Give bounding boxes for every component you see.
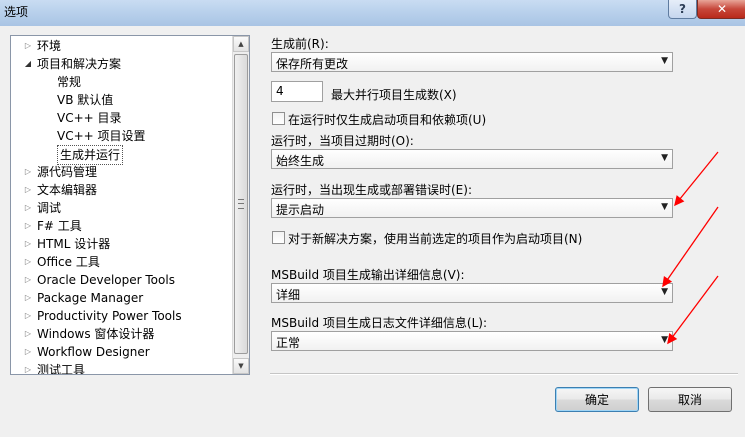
tree-item-environment[interactable]: ▷ 环境	[11, 37, 233, 55]
out-of-date-value: 始终生成	[276, 154, 325, 168]
new-solution-checkbox[interactable]	[272, 231, 285, 244]
before-build-label: 生成前(R):	[271, 37, 329, 51]
tree-item-text-editor[interactable]: ▷ 文本编辑器	[11, 181, 233, 199]
annotation-arrow-line	[674, 151, 719, 206]
output-verbosity-value: 详细	[276, 288, 301, 302]
annotation-arrow-line	[662, 206, 719, 287]
tree-item-label: VC++ 目录	[57, 111, 122, 125]
out-of-date-label: 运行时，当项目过期时(O):	[271, 134, 414, 148]
tree-item-label: Windows 窗体设计器	[37, 327, 155, 341]
tree-item-label: Office 工具	[37, 255, 100, 269]
tree-item-label: VB 默认值	[57, 93, 114, 107]
build-error-label: 运行时，当出现生成或部署错误时(E):	[271, 183, 472, 197]
tree-item-fsharp-tools[interactable]: ▷ F# 工具	[11, 217, 233, 235]
ok-button[interactable]: 确定	[555, 387, 639, 412]
tree-item-package-manager[interactable]: ▷ Package Manager	[11, 289, 233, 307]
tree-item-label: Workflow Designer	[37, 345, 150, 359]
before-build-value: 保存所有更改	[276, 57, 349, 71]
tree-item-label: 文本编辑器	[37, 183, 98, 197]
tree-item-debugging[interactable]: ▷ 调试	[11, 199, 233, 217]
output-verbosity-combo[interactable]: 详细 ▼	[271, 283, 673, 303]
tree-item-general[interactable]: 常规	[11, 73, 233, 91]
tree-item-projects-solutions[interactable]: ◢ 项目和解决方案	[11, 55, 233, 73]
scroll-down-button[interactable]: ▼	[233, 358, 249, 374]
tree-item-test-tools[interactable]: ▷ 测试工具	[11, 361, 233, 375]
max-parallel-input[interactable]: 4	[271, 81, 323, 102]
tree-item-label: Package Manager	[37, 291, 144, 305]
window-title: 选项	[4, 5, 29, 19]
collapsed-arrow-icon[interactable]: ▷	[23, 289, 33, 307]
tree-item-label: HTML 设计器	[37, 237, 111, 251]
dropdown-arrow-icon: ▼	[661, 56, 668, 66]
help-button[interactable]: ?	[668, 0, 697, 19]
annotation-arrowhead-icon	[674, 195, 685, 207]
new-solution-label: 对于新解决方案，使用当前选定的项目作为启动项目(N)	[288, 232, 583, 246]
collapsed-arrow-icon[interactable]: ▷	[23, 307, 33, 325]
tree-item-vc-project-settings[interactable]: VC++ 项目设置	[11, 127, 233, 145]
collapsed-arrow-icon[interactable]: ▷	[23, 181, 33, 199]
only-startup-checkbox[interactable]	[272, 112, 285, 125]
cancel-button[interactable]: 取消	[648, 387, 732, 412]
collapsed-arrow-icon[interactable]: ▷	[23, 325, 33, 343]
build-error-combo[interactable]: 提示启动 ▼	[271, 198, 673, 218]
tree-item-label: VC++ 项目设置	[57, 129, 146, 143]
dropdown-arrow-icon: ▼	[661, 287, 668, 297]
only-startup-label: 在运行时仅生成启动项目和依赖项(U)	[288, 113, 487, 127]
tree-item-label: 调试	[37, 201, 62, 215]
close-button[interactable]: ✕	[697, 0, 745, 19]
tree-item-label: 生成并运行	[57, 145, 124, 165]
tree-item-vb-defaults[interactable]: VB 默认值	[11, 91, 233, 109]
collapsed-arrow-icon[interactable]: ▷	[23, 235, 33, 253]
tree-item-windows-forms-designer[interactable]: ▷ Windows 窗体设计器	[11, 325, 233, 343]
collapsed-arrow-icon[interactable]: ▷	[23, 37, 33, 55]
tree-item-label: 环境	[37, 39, 62, 53]
tree-item-label: 源代码管理	[37, 165, 98, 179]
tree-item-label: Oracle Developer Tools	[37, 273, 175, 287]
tree-item-workflow-designer[interactable]: ▷ Workflow Designer	[11, 343, 233, 361]
output-verbosity-label: MSBuild 项目生成输出详细信息(V):	[271, 268, 465, 282]
tree-item-productivity-power-tools[interactable]: ▷ Productivity Power Tools	[11, 307, 233, 325]
dropdown-arrow-icon: ▼	[661, 335, 668, 345]
expanded-arrow-icon[interactable]: ◢	[23, 55, 33, 73]
tree-scrollbar[interactable]: ▲ ▼	[232, 36, 249, 374]
collapsed-arrow-icon[interactable]: ▷	[23, 253, 33, 271]
options-tree[interactable]: ▷ 环境 ◢ 项目和解决方案常规 VB 默认值 VC++ 目录 VC++ 项目设置生成并运行…	[10, 35, 250, 375]
log-verbosity-value: 正常	[276, 336, 301, 350]
tree-item-vc-directories[interactable]: VC++ 目录	[11, 109, 233, 127]
footer-divider	[270, 373, 738, 375]
max-parallel-label: 最大并行项目生成数(X)	[331, 88, 457, 102]
grip-icon	[238, 199, 244, 209]
title-bar: 选项 ? ✕	[0, 0, 745, 26]
scroll-up-button[interactable]: ▲	[233, 36, 249, 52]
dropdown-arrow-icon: ▼	[661, 202, 668, 212]
collapsed-arrow-icon[interactable]: ▷	[23, 343, 33, 361]
tree-item-office-tools[interactable]: ▷ Office 工具	[11, 253, 233, 271]
tree-item-label: 项目和解决方案	[37, 57, 122, 71]
scroll-thumb[interactable]	[234, 54, 248, 354]
tree-item-label: 测试工具	[37, 363, 86, 375]
tree-item-oracle-developer-tools[interactable]: ▷ Oracle Developer Tools	[11, 271, 233, 289]
tree-item-build-and-run[interactable]: 生成并运行	[11, 145, 233, 165]
collapsed-arrow-icon[interactable]: ▷	[23, 271, 33, 289]
annotation-arrow-line	[667, 275, 719, 344]
tree-item-source-control[interactable]: ▷ 源代码管理	[11, 163, 233, 181]
tree-item-label: 常规	[57, 75, 82, 89]
collapsed-arrow-icon[interactable]: ▷	[23, 361, 33, 374]
out-of-date-combo[interactable]: 始终生成 ▼	[271, 149, 673, 169]
log-verbosity-label: MSBuild 项目生成日志文件详细信息(L):	[271, 316, 488, 330]
log-verbosity-combo[interactable]: 正常 ▼	[271, 331, 673, 351]
collapsed-arrow-icon[interactable]: ▷	[23, 163, 33, 181]
build-error-value: 提示启动	[276, 203, 325, 217]
collapsed-arrow-icon[interactable]: ▷	[23, 199, 33, 217]
tree-item-label: Productivity Power Tools	[37, 309, 182, 323]
max-parallel-value: 4	[276, 84, 284, 98]
dropdown-arrow-icon: ▼	[661, 153, 668, 163]
tree-item-label: F# 工具	[37, 219, 82, 233]
tree-item-html-designer[interactable]: ▷ HTML 设计器	[11, 235, 233, 253]
before-build-combo[interactable]: 保存所有更改 ▼	[271, 52, 673, 72]
collapsed-arrow-icon[interactable]: ▷	[23, 217, 33, 235]
